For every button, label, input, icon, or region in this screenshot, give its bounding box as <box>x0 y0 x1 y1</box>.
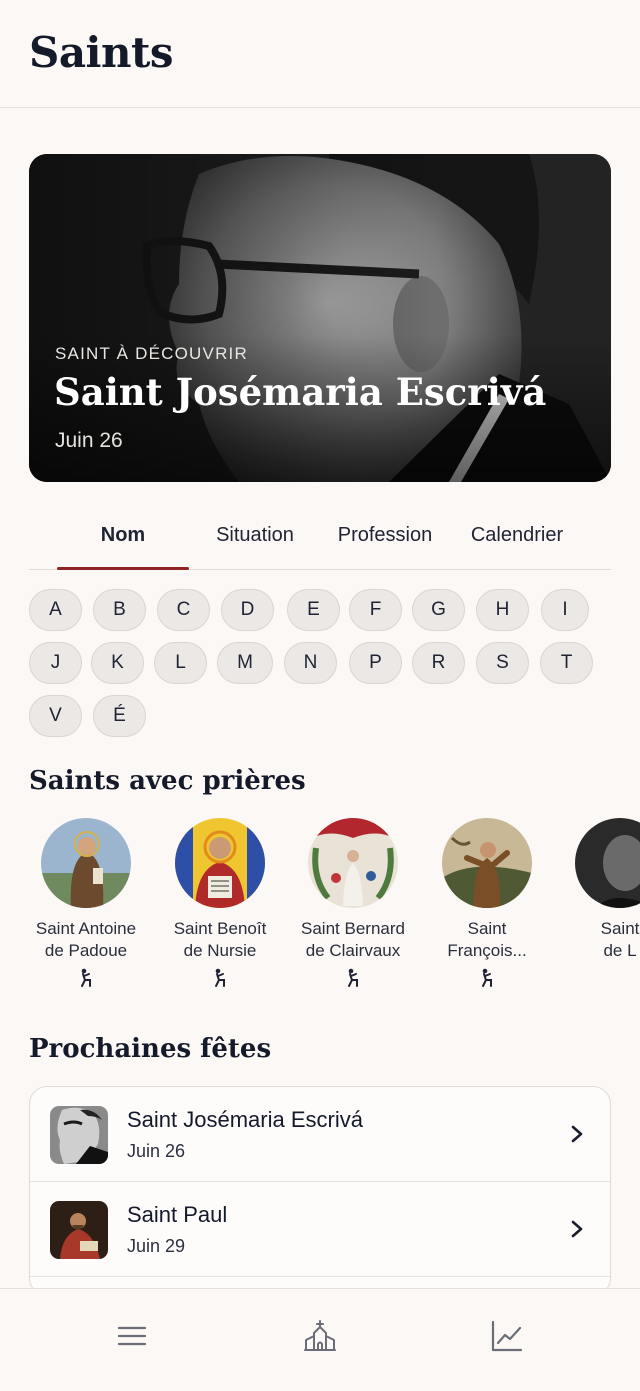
letter-chip-j[interactable]: J <box>29 642 82 684</box>
letter-chip-m[interactable]: M <box>217 642 273 684</box>
saint-name-line1: Saint Antoine <box>35 919 137 938</box>
saint-name-line2: de Clairvaux <box>305 941 401 960</box>
saint-name-line1: Saint Bernard <box>301 919 405 938</box>
saint-avatar <box>442 818 532 908</box>
feast-saint-name: Saint Josémaria Escrivá <box>127 1107 363 1132</box>
tab-nom[interactable]: Nom <box>57 524 189 547</box>
saint-avatar <box>308 818 398 908</box>
church-icon[interactable] <box>303 1319 337 1353</box>
chevron-right-icon <box>571 1220 583 1238</box>
letter-chip-k[interactable]: K <box>91 642 144 684</box>
saint-thumbnail <box>50 1201 108 1259</box>
saint-avatar <box>175 818 265 908</box>
saints-with-prayers-carousel[interactable]: Saint Antoine de Padoue Saint Benoît de … <box>0 816 640 996</box>
feast-saint-name: Saint Paul <box>127 1202 228 1227</box>
tab-situation[interactable]: Situation <box>197 524 313 547</box>
letter-chip-n[interactable]: N <box>284 642 337 684</box>
letter-chip-h[interactable]: H <box>476 589 529 631</box>
letter-chip-e[interactable]: E <box>287 589 340 631</box>
prayers-section-title: Saints avec prières <box>29 766 306 796</box>
feast-date: Juin 26 <box>127 1141 186 1161</box>
letter-chip-d[interactable]: D <box>221 589 274 631</box>
feasts-section-title: Prochaines fêtes <box>29 1034 272 1064</box>
tab-calendrier[interactable]: Calendrier <box>457 524 577 547</box>
letter-chip-g[interactable]: G <box>412 589 465 631</box>
saint-name-line2: de Padoue <box>44 941 128 960</box>
letter-chip-c[interactable]: C <box>157 589 210 631</box>
letter-chip-e-acute[interactable]: É <box>93 695 146 737</box>
menu-icon[interactable] <box>115 1319 149 1353</box>
page-header: Saints <box>0 0 640 108</box>
letter-chip-p[interactable]: P <box>349 642 402 684</box>
praying-figure-icon <box>348 968 358 987</box>
saint-card-partial[interactable]: Saint de L <box>554 816 640 962</box>
featured-saint-card[interactable]: SAINT À DÉCOUVRIR Saint Josémaria Escriv… <box>29 154 611 482</box>
saint-avatar <box>575 818 640 908</box>
saint-name-line2: de L <box>603 941 637 960</box>
list-item[interactable]: Saint Paul Juin 29 <box>30 1182 610 1277</box>
letter-chip-r[interactable]: R <box>412 642 465 684</box>
letter-chip-f[interactable]: F <box>349 589 402 631</box>
praying-figure-icon <box>215 968 225 987</box>
saint-card-francois[interactable]: Saint François... <box>421 816 553 993</box>
letter-chip-s[interactable]: S <box>476 642 529 684</box>
hero-eyebrow: SAINT À DÉCOUVRIR <box>55 344 248 363</box>
saint-name-line1: Saint <box>600 919 640 938</box>
upcoming-feasts-list: Saint Josémaria Escrivá Juin 26 Saint Pa… <box>29 1086 611 1296</box>
bottom-tab-bar <box>0 1288 640 1391</box>
letter-chip-t[interactable]: T <box>540 642 593 684</box>
praying-figure-icon <box>482 968 492 987</box>
saint-card-bernard[interactable]: Saint Bernard de Clairvaux <box>287 816 419 993</box>
letter-chip-b[interactable]: B <box>93 589 146 631</box>
saint-card-benoit[interactable]: Saint Benoît de Nursie <box>154 816 286 993</box>
tab-profession[interactable]: Profession <box>325 524 445 547</box>
hero-saint-date: Juin 26 <box>55 429 123 452</box>
saint-name-line2: François... <box>447 941 527 960</box>
saint-avatar <box>41 818 131 908</box>
hero-saint-name: Saint Josémaria Escrivá <box>54 370 547 414</box>
chart-icon[interactable] <box>490 1319 524 1353</box>
saint-card-antoine[interactable]: Saint Antoine de Padoue <box>20 816 152 993</box>
saint-name-line1: Saint <box>467 919 507 938</box>
browse-tabs: Nom Situation Profession Calendrier <box>29 510 611 570</box>
letter-chip-l[interactable]: L <box>154 642 207 684</box>
list-item[interactable]: Saint Josémaria Escrivá Juin 26 <box>30 1087 610 1182</box>
active-tab-indicator <box>57 567 189 570</box>
letter-chip-v[interactable]: V <box>29 695 82 737</box>
saint-name-line2: de Nursie <box>183 941 257 960</box>
chevron-right-icon <box>571 1125 583 1143</box>
saint-thumbnail <box>50 1106 108 1164</box>
saint-name-line1: Saint Benoît <box>173 919 267 938</box>
feast-date: Juin 29 <box>127 1236 186 1256</box>
praying-figure-icon <box>81 968 91 987</box>
letter-chip-i[interactable]: I <box>541 589 589 631</box>
page-title: Saints <box>29 28 174 77</box>
letter-chip-a[interactable]: A <box>29 589 82 631</box>
